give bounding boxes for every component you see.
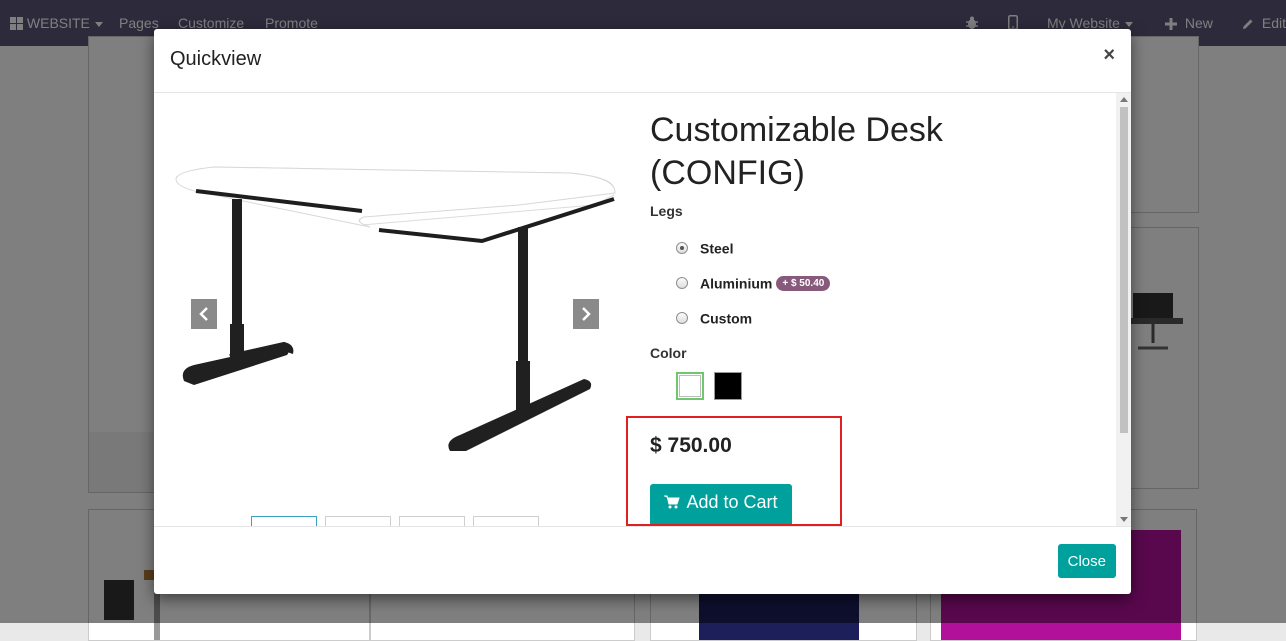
color-swatch-black[interactable] [714, 372, 742, 400]
carousel-thumbnail[interactable] [473, 516, 539, 526]
carousel-prev-button[interactable] [191, 299, 217, 329]
product-price: $ 750.00 [650, 434, 732, 457]
shopping-cart-icon [664, 495, 681, 509]
add-to-cart-button[interactable]: Add to Cart [650, 484, 792, 526]
legs-attribute-label: Legs [650, 203, 683, 219]
product-name: Customizable Desk (CONFIG) [650, 111, 943, 192]
radio-button[interactable] [676, 312, 688, 325]
legs-option-steel[interactable]: Steel [676, 239, 733, 256]
color-attribute-label: Color [650, 345, 687, 361]
modal-body: Customizable Desk (CONFIG) Legs Steel Al… [154, 93, 1131, 526]
legs-option-label: Steel [700, 240, 734, 257]
modal-footer: Close [154, 526, 1131, 594]
modal-title: Quickview [170, 48, 262, 70]
chevron-left-icon [199, 307, 208, 321]
add-to-cart-label: Add to Cart [686, 491, 778, 512]
color-swatch-white[interactable] [676, 372, 704, 400]
scroll-up-arrow-icon[interactable] [1120, 97, 1128, 102]
desk-product-image [175, 166, 616, 451]
legs-option-aluminium[interactable]: Aluminium + $ 50.40 [676, 274, 831, 292]
legs-option-label: Custom [700, 310, 753, 327]
carousel-thumbnail[interactable] [325, 516, 391, 526]
scrollbar-thumb[interactable] [1120, 107, 1128, 433]
price-extra-badge: + $ 50.40 [776, 275, 831, 291]
chevron-right-icon [582, 307, 591, 321]
legs-option-custom[interactable]: Custom [676, 309, 752, 326]
carousel-thumbnail[interactable] [251, 516, 317, 526]
carousel-next-button[interactable] [573, 299, 599, 329]
carousel-thumbnail[interactable] [399, 516, 465, 526]
modal-close-button[interactable]: × [1103, 45, 1115, 65]
modal-header: Quickview × [154, 29, 1131, 93]
radio-button-checked[interactable] [676, 242, 688, 255]
product-image-carousel [174, 99, 618, 509]
modal-scrollbar[interactable] [1116, 93, 1131, 526]
scroll-down-arrow-icon[interactable] [1120, 517, 1128, 522]
legs-option-label: Aluminium [700, 275, 773, 292]
radio-button[interactable] [676, 277, 688, 290]
close-button[interactable]: Close [1057, 544, 1116, 578]
quickview-modal: Quickview × Customizable Desk (CONFIG) L… [154, 29, 1131, 594]
